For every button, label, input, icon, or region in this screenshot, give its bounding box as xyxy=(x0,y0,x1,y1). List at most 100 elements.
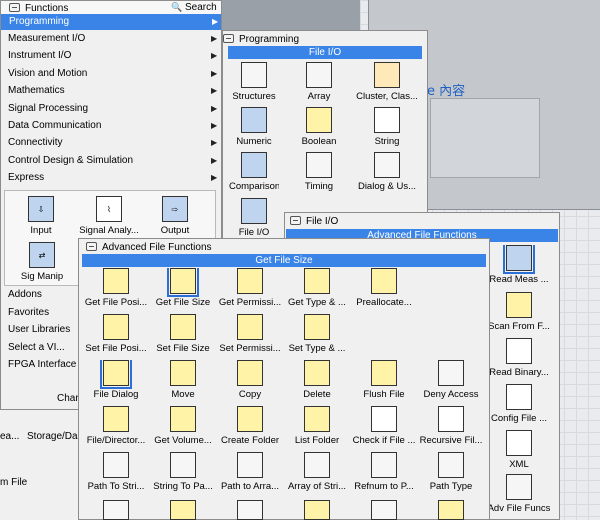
advanced-item-icon xyxy=(100,360,132,389)
fileio-item-icon xyxy=(506,474,532,500)
fileio-item[interactable]: Config File ... xyxy=(484,384,554,424)
advanced-item[interactable]: Array of Stri... xyxy=(284,452,350,492)
palette-item[interactable]: Array xyxy=(294,62,344,102)
sig-manip-icon: ⇄ xyxy=(29,242,55,268)
menu-item[interactable]: Connectivity xyxy=(8,137,62,148)
input-icon: ⇩ xyxy=(28,196,54,222)
fileio-item[interactable]: XML xyxy=(484,430,554,470)
advanced-item[interactable]: Check if File ... xyxy=(351,406,417,446)
partial-icon xyxy=(371,500,397,520)
fileio-item[interactable]: Read Meas ... xyxy=(484,245,554,285)
partial-icon xyxy=(103,500,129,520)
express-sig-manip[interactable]: ⇄ Sig Manip xyxy=(14,242,70,282)
palette-item-icon xyxy=(306,62,332,88)
advanced-item-icon xyxy=(103,314,129,340)
advanced-item[interactable]: Move xyxy=(150,360,216,400)
advanced-item[interactable]: Set File Posi... xyxy=(83,314,149,354)
advanced-item[interactable]: Deny Access xyxy=(418,360,484,400)
advanced-item[interactable]: Recursive Fil... xyxy=(418,406,484,446)
advanced-item[interactable]: File Dialog xyxy=(83,360,149,400)
menu-item[interactable]: Select a VI... xyxy=(8,342,65,353)
advanced-item[interactable]: Copy xyxy=(217,360,283,400)
menu-item[interactable]: Instrument I/O xyxy=(8,50,71,61)
palette-item-icon xyxy=(241,107,267,133)
advanced-titlebar: Advanced File Functions xyxy=(86,241,212,254)
advanced-item[interactable]: Set Type & ... xyxy=(284,314,350,354)
menu-item-programming[interactable]: Programming ▶ xyxy=(1,14,221,30)
palette-item[interactable]: Comparison xyxy=(229,152,279,192)
advanced-item-icon xyxy=(170,314,196,340)
express-output[interactable]: ⇨ Output xyxy=(152,196,198,236)
advanced-item-icon xyxy=(103,406,129,432)
programming-title: Programming xyxy=(239,34,300,45)
menu-item[interactable]: FPGA Interface xyxy=(8,359,76,370)
advanced-item-icon xyxy=(371,268,397,294)
advanced-item-icon xyxy=(170,360,196,386)
advanced-item-icon xyxy=(167,268,199,297)
front-panel-inner xyxy=(430,98,540,178)
partial-icon xyxy=(237,500,263,520)
advanced-item[interactable]: Delete xyxy=(284,360,350,400)
advanced-item[interactable]: Path To Stri... xyxy=(83,452,149,492)
pin-icon[interactable] xyxy=(290,216,301,225)
menu-item[interactable]: Vision and Motion xyxy=(8,68,87,79)
palette-item[interactable]: Timing xyxy=(294,152,344,192)
fileio-item[interactable]: Adv File Funcs xyxy=(484,474,554,514)
express-signal-analysis[interactable]: ⌇ Signal Analy... xyxy=(76,196,142,236)
advanced-item[interactable]: Path Type xyxy=(418,452,484,492)
fileio-item[interactable]: Read Binary... xyxy=(484,338,554,378)
advanced-item[interactable]: Get Permissi... xyxy=(217,268,283,308)
pin-icon[interactable] xyxy=(9,3,20,12)
advanced-item[interactable]: Get File Posi... xyxy=(83,268,149,308)
advanced-item[interactable]: File/Director... xyxy=(83,406,149,446)
menu-item[interactable]: Signal Processing xyxy=(8,103,88,114)
advanced-item[interactable]: Get File Size xyxy=(150,268,216,308)
advanced-item-icon xyxy=(371,360,397,386)
menu-item[interactable]: Addons xyxy=(8,289,42,300)
advanced-item[interactable]: Preallocate... xyxy=(351,268,417,308)
menu-item[interactable]: Favorites xyxy=(8,307,49,318)
advanced-item-icon xyxy=(237,406,263,432)
advanced-item[interactable]: Get Volume... xyxy=(150,406,216,446)
fileio-title: File I/O xyxy=(306,216,339,227)
advanced-item[interactable]: Create Folder xyxy=(217,406,283,446)
chevron-right-icon: ▶ xyxy=(211,103,218,113)
advanced-item[interactable]: List Folder xyxy=(284,406,350,446)
advanced-item[interactable]: String To Pa... xyxy=(150,452,216,492)
menu-item[interactable]: Measurement I/O xyxy=(8,33,85,44)
search-button[interactable]: 🔍 Search xyxy=(171,2,217,13)
menu-item[interactable]: Control Design & Simulation xyxy=(8,155,133,166)
advanced-item-icon xyxy=(304,406,330,432)
menu-item[interactable]: Data Communication xyxy=(8,120,101,131)
palette-item[interactable]: Numeric xyxy=(229,107,279,147)
palette-item[interactable]: Boolean xyxy=(294,107,344,147)
advanced-item[interactable]: Set Permissi... xyxy=(217,314,283,354)
advanced-item-icon xyxy=(237,360,263,386)
palette-item[interactable]: Cluster, Clas... xyxy=(354,62,420,102)
menu-item[interactable]: Mathematics xyxy=(8,85,65,96)
palette-item-icon xyxy=(374,62,400,88)
advanced-item[interactable]: Get Type & ... xyxy=(284,268,350,308)
fileio-item-icon xyxy=(506,430,532,456)
advanced-item[interactable]: Path to Arra... xyxy=(217,452,283,492)
bg-fragment-1: ea... xyxy=(0,431,20,442)
advanced-item[interactable]: Set File Size xyxy=(150,314,216,354)
chevron-right-icon: ▶ xyxy=(211,121,218,130)
palette-item[interactable]: File I/O xyxy=(229,198,279,238)
fileio-item[interactable]: Scan From F... xyxy=(484,292,554,332)
palette-item[interactable]: String xyxy=(354,107,420,147)
pin-icon[interactable] xyxy=(223,34,234,43)
menu-item[interactable]: Express xyxy=(8,172,44,183)
palette-item[interactable]: Dialog & Us... xyxy=(354,152,420,192)
partial-icon xyxy=(170,500,196,520)
palette-item-icon xyxy=(374,152,400,178)
advanced-item-icon xyxy=(304,314,330,340)
express-input[interactable]: ⇩ Input xyxy=(16,196,66,236)
programming-titlebar: Programming xyxy=(223,33,299,46)
fileio-item-icon xyxy=(503,245,535,274)
menu-item[interactable]: User Libraries xyxy=(8,324,70,335)
palette-item[interactable]: Structures xyxy=(229,62,279,102)
advanced-item[interactable]: Refnum to P... xyxy=(351,452,417,492)
advanced-item[interactable]: Flush File xyxy=(351,360,417,400)
pin-icon[interactable] xyxy=(86,242,97,251)
